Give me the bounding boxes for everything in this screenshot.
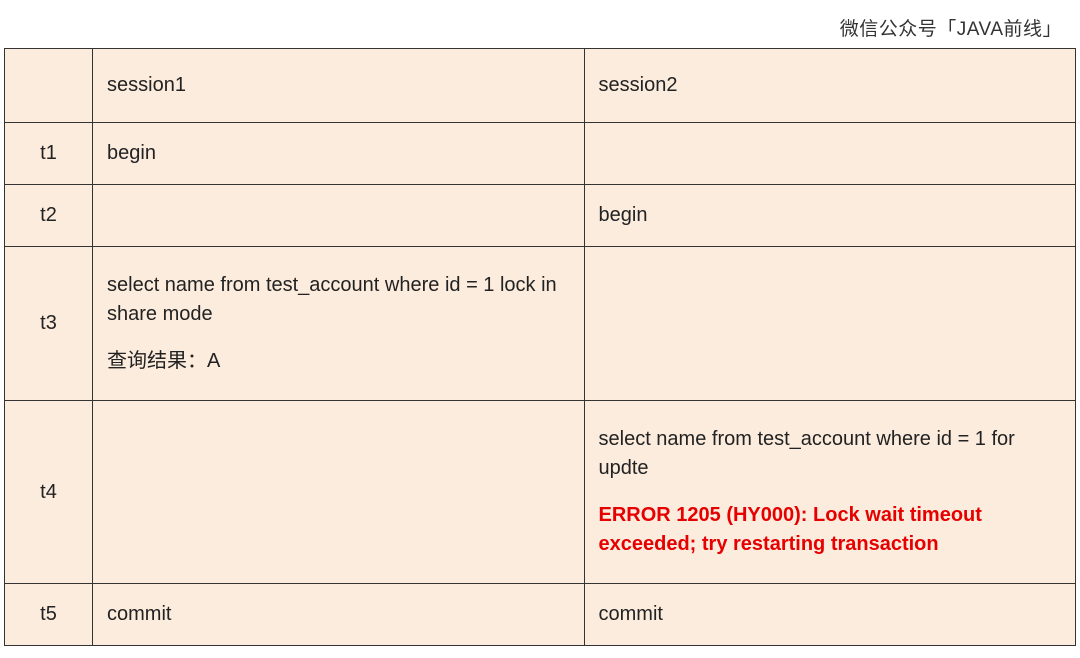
- session1-cell: [93, 185, 585, 247]
- time-cell: t5: [5, 584, 93, 646]
- session2-cell: begin: [584, 185, 1076, 247]
- session1-cell: [93, 401, 585, 584]
- error-message: ERROR 1205 (HY000): Lock wait timeout ex…: [599, 501, 1062, 559]
- table-header-row: session1 session2: [5, 49, 1076, 123]
- session-table: session1 session2 t1 begin t2 begin t3 s…: [4, 48, 1076, 646]
- table-row: t1 begin: [5, 123, 1076, 185]
- header-time: [5, 49, 93, 123]
- table-row: t3 select name from test_account where i…: [5, 247, 1076, 401]
- attribution-text: 微信公众号「JAVA前线」: [840, 14, 1062, 41]
- session1-cell: commit: [93, 584, 585, 646]
- table-row: t2 begin: [5, 185, 1076, 247]
- session2-cell: select name from test_account where id =…: [584, 401, 1076, 584]
- session2-cell: commit: [584, 584, 1076, 646]
- table-row: t4 select name from test_account where i…: [5, 401, 1076, 584]
- session2-cell: [584, 123, 1076, 185]
- sql-text: select name from test_account where id =…: [107, 274, 562, 325]
- session1-cell: begin: [93, 123, 585, 185]
- sql-text: select name from test_account where id =…: [599, 428, 1021, 479]
- time-cell: t4: [5, 401, 93, 584]
- table-row: t5 commit commit: [5, 584, 1076, 646]
- query-result: 查询结果：A: [107, 347, 570, 376]
- header-session1: session1: [93, 49, 585, 123]
- time-cell: t1: [5, 123, 93, 185]
- time-cell: t3: [5, 247, 93, 401]
- session2-cell: [584, 247, 1076, 401]
- session-table-container: session1 session2 t1 begin t2 begin t3 s…: [4, 48, 1076, 646]
- session1-cell: select name from test_account where id =…: [93, 247, 585, 401]
- time-cell: t2: [5, 185, 93, 247]
- header-session2: session2: [584, 49, 1076, 123]
